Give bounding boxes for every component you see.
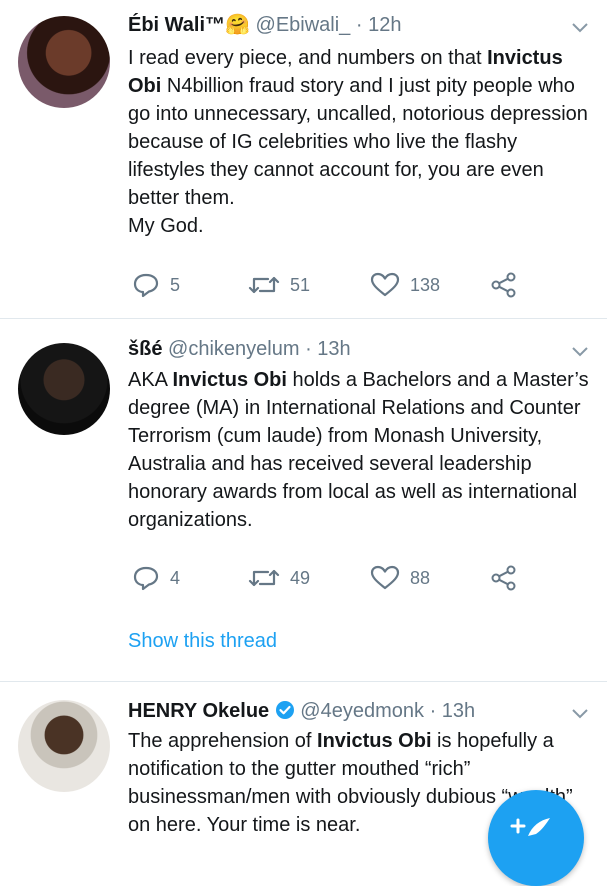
verified-badge-icon: [275, 701, 294, 719]
retweet-icon: [248, 569, 280, 587]
heart-icon: [370, 565, 400, 590]
tweet-header: šßé @chikenyelum · 13h: [128, 336, 351, 362]
like-count: 88: [410, 567, 431, 588]
share-icon: [491, 565, 516, 591]
tweet-actions: 4 49 88: [128, 563, 548, 593]
retweet-button[interactable]: 51: [248, 270, 310, 300]
handle[interactable]: @Ebiwali_: [256, 14, 351, 36]
like-count: 138: [410, 274, 441, 295]
reply-icon: [133, 566, 159, 591]
timestamp[interactable]: 12h: [368, 14, 401, 36]
like-button[interactable]: 138: [370, 270, 440, 300]
display-name[interactable]: HENRY Okelue: [128, 700, 269, 722]
timestamp[interactable]: 13h: [442, 700, 475, 722]
text-segment: AKA: [128, 369, 173, 391]
highlight-keyword: Invictus Obi: [172, 369, 287, 391]
reply-count: 4: [170, 567, 181, 588]
text-segment: The apprehension of: [128, 730, 318, 752]
separator: ·: [355, 14, 363, 36]
reply-icon: [133, 273, 159, 298]
timestamp[interactable]: 13h: [317, 338, 350, 360]
separator: ·: [429, 700, 437, 722]
retweet-icon: [248, 276, 280, 294]
handle[interactable]: @4eyedmonk: [300, 700, 424, 722]
tweet-header: Ébi Wali™🤗 @Ebiwali_ · 12h: [128, 12, 401, 38]
highlight-keyword: Invictus Obi: [317, 730, 432, 752]
tweet-2[interactable]: šßé @chikenyelum · 13h AKA Invictus Obi …: [0, 319, 607, 679]
tweet-text: I read every piece, and numbers on that …: [128, 44, 594, 240]
reply-button[interactable]: 5: [132, 270, 180, 300]
reply-button[interactable]: 4: [132, 563, 180, 593]
show-thread-link[interactable]: Show this thread: [128, 630, 277, 653]
avatar[interactable]: [18, 343, 110, 435]
text-segment: My God.: [128, 215, 204, 237]
heart-icon: [370, 272, 400, 297]
chevron-down-icon[interactable]: [569, 702, 591, 724]
share-button[interactable]: [490, 563, 518, 593]
retweet-count: 49: [290, 567, 311, 588]
compose-tweet-button[interactable]: [488, 790, 584, 886]
retweet-count: 51: [290, 274, 311, 295]
text-segment: I read every piece, and numbers on that: [128, 47, 488, 69]
text-segment: holds a Bachelors and a Master’s degree …: [128, 369, 589, 531]
chevron-down-icon[interactable]: [569, 340, 591, 362]
emoji: 🤗: [225, 14, 250, 36]
like-button[interactable]: 88: [370, 563, 430, 593]
display-name[interactable]: šßé: [128, 338, 162, 360]
handle[interactable]: @chikenyelum: [168, 338, 299, 360]
text-segment: N4billion fraud story and I just pity pe…: [128, 75, 588, 209]
share-button[interactable]: [490, 270, 518, 300]
share-icon: [491, 272, 516, 298]
tweet-text: AKA Invictus Obi holds a Bachelors and a…: [128, 366, 594, 534]
tweet-actions: 5 51 138: [128, 270, 548, 300]
tweet-1[interactable]: Ébi Wali™🤗 @Ebiwali_ · 12h I read every …: [0, 0, 607, 318]
compose-feather-icon: [510, 818, 550, 836]
display-name[interactable]: Ébi Wali™: [128, 14, 225, 36]
avatar[interactable]: [18, 16, 110, 108]
avatar[interactable]: [18, 700, 110, 792]
chevron-down-icon[interactable]: [569, 16, 591, 38]
retweet-button[interactable]: 49: [248, 563, 310, 593]
tweet-header: HENRY Okelue @4eyedmonk · 13h: [128, 698, 475, 724]
reply-count: 5: [170, 274, 181, 295]
separator: ·: [305, 338, 312, 360]
